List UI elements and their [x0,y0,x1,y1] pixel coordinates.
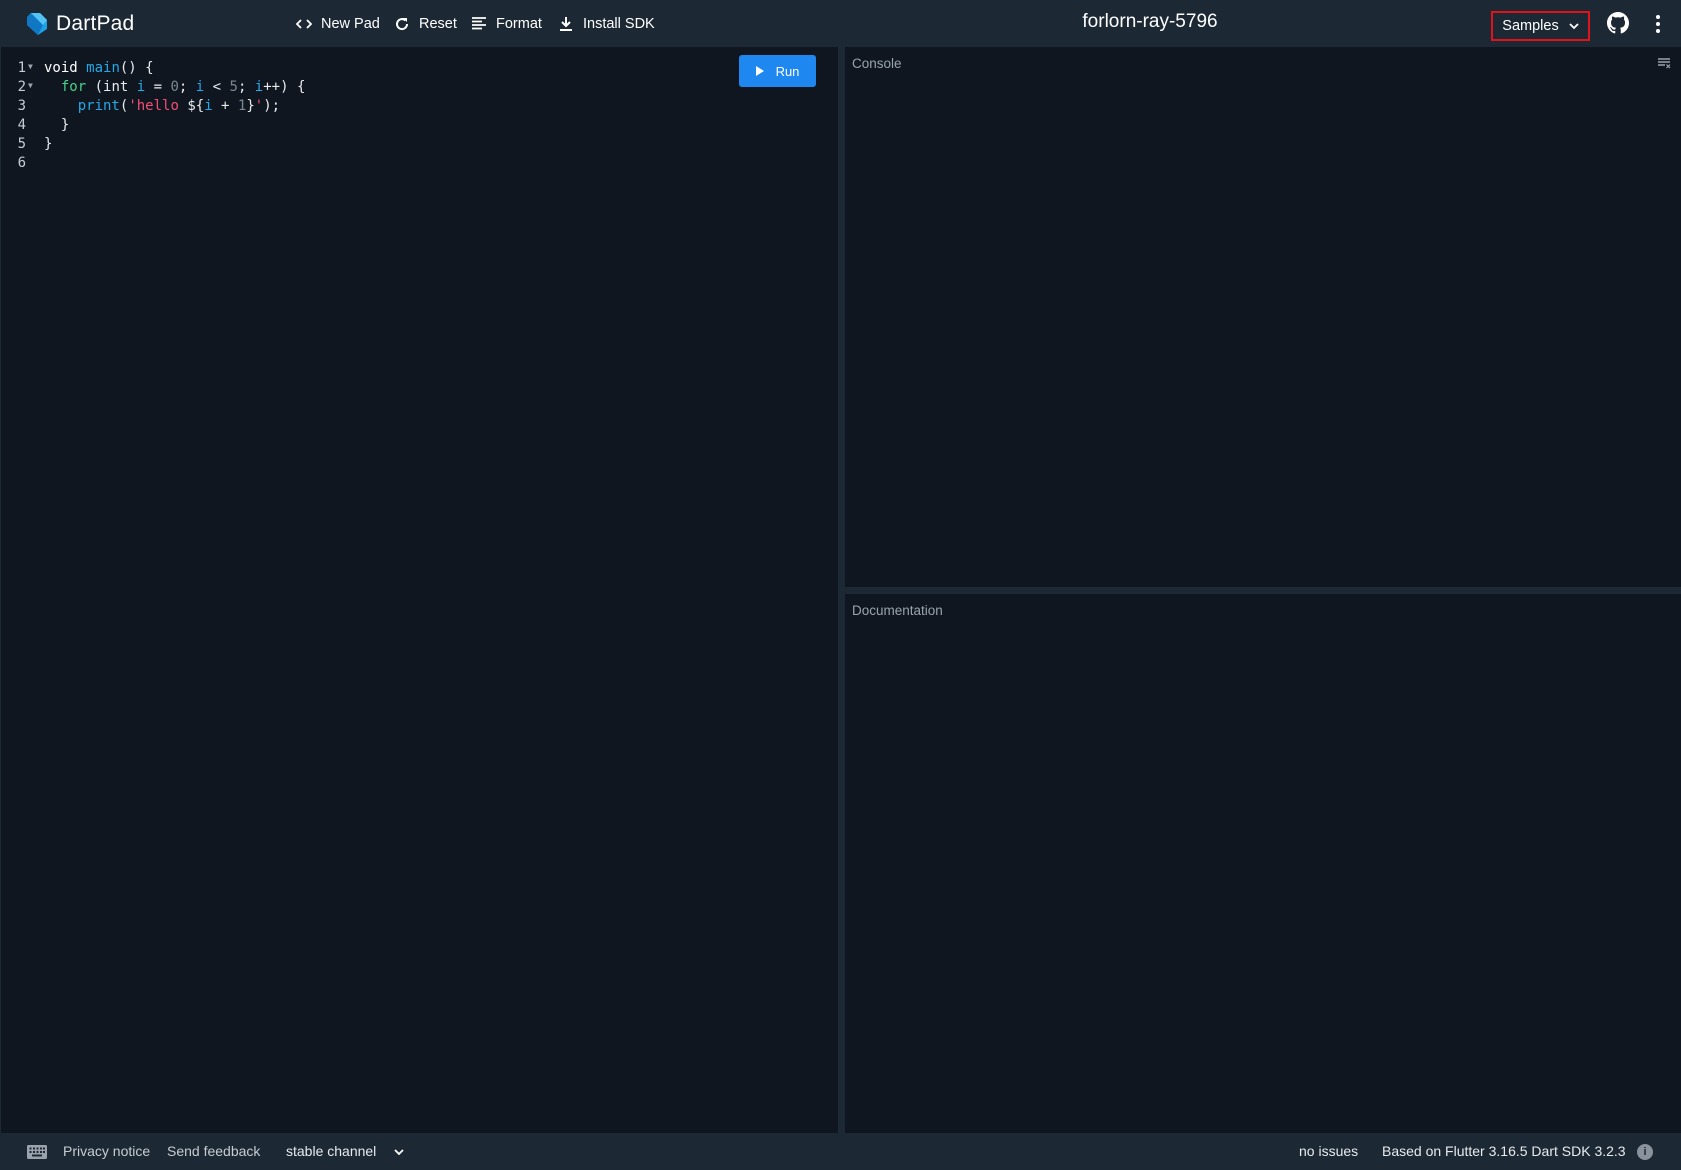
code-token: i [204,98,213,114]
samples-label: Samples [1502,18,1559,34]
code-text: } [44,116,69,135]
new-pad-button[interactable]: New Pad [295,12,380,36]
logo-text: DartPad [56,11,135,35]
chevron-down-icon [1569,22,1579,30]
fold-gutter [28,135,44,154]
line-number: 5 [17,136,26,152]
code-text: for (int i = 0; i < 5; i++) { [44,78,306,97]
reset-label: Reset [419,16,457,32]
run-label: Run [775,63,800,79]
line-number: 4 [17,117,26,133]
fold-arrow-icon[interactable]: ▼ [28,78,44,97]
code-area[interactable]: 1 ▼ void main() {2 ▼ for (int i = 0; i < 5;… [1,59,306,173]
install-sdk-button[interactable]: Install SDK [557,12,655,36]
more-vert-icon[interactable] [1648,12,1668,36]
console-label: Console [852,56,902,71]
fold-arrow-icon[interactable]: ▼ [28,59,44,78]
issues-status[interactable]: no issues [1299,1143,1358,1159]
code-token: } [44,117,70,133]
code-token: ' [254,98,264,114]
download-icon [557,15,575,33]
fold-gutter [28,116,44,135]
code-line[interactable]: 4 } [1,116,305,135]
code-editor[interactable]: 1 ▼ void main() {2 ▼ for (int i = 0; i < 5;… [0,47,838,1133]
install-sdk-label: Install SDK [583,16,655,32]
code-text: void main() { [44,59,154,78]
code-token: ; [237,79,255,95]
code-token: = [145,79,171,95]
reset-button[interactable]: Reset [393,12,457,36]
pad-name: forlorn-ray-5796 [1082,11,1218,32]
fold-gutter [28,97,44,116]
code-token: () { [119,60,154,76]
code-token: ${ [187,98,205,114]
code-line[interactable]: 3 print('hello ${i + 1}'); [1,97,305,116]
code-token: i [136,79,146,95]
horizontal-splitter[interactable] [845,587,1681,594]
code-token: 0 [170,79,179,95]
line-number: 3 [17,98,26,114]
fold-gutter [28,154,44,173]
code-token: < [204,79,230,95]
code-line[interactable]: 2 ▼ for (int i = 0; i < 5; i++) { [1,78,306,97]
line-number: 1 [17,60,26,76]
documentation-label: Documentation [852,603,943,618]
code-token: ); [263,98,281,114]
format-button[interactable]: Format [470,12,542,36]
code-line[interactable]: 5} [1,135,305,154]
code-token: for [60,79,87,95]
privacy-notice-link[interactable]: Privacy notice [63,1143,150,1159]
code-token: i [254,79,264,95]
run-button[interactable]: Run [739,55,816,87]
app-header: DartPad New Pad Reset Format Install SDK… [0,0,1681,47]
clear-console-icon[interactable] [1657,57,1671,69]
code-brackets-icon [295,15,313,33]
vertical-splitter[interactable] [838,47,845,1133]
code-token: main [86,60,120,76]
new-pad-label: New Pad [321,16,380,32]
line-number: 2 [17,79,26,95]
chevron-down-icon [394,1149,404,1156]
line-number: 6 [17,155,26,171]
samples-dropdown[interactable]: Samples [1491,11,1590,41]
send-feedback-link[interactable]: Send feedback [167,1143,260,1159]
format-lines-icon [470,15,488,33]
code-token: ++) { [263,79,306,95]
status-bar: Privacy notice Send feedback stable chan… [0,1133,1681,1170]
code-token: print [77,98,120,114]
console-panel: Console [845,47,1681,587]
code-text: print('hello ${i + 1}'); [44,97,280,116]
code-token: (int [86,79,137,95]
code-line[interactable]: 1 ▼ void main() { [1,59,305,78]
channel-label: stable channel [286,1143,377,1159]
dart-logo-icon [27,12,47,35]
dartpad-logo[interactable]: DartPad [26,10,134,37]
info-icon[interactable]: i [1637,1144,1653,1160]
code-token: + [212,98,238,114]
code-line[interactable]: 6 [1,154,305,173]
code-token: 5 [229,79,238,95]
code-token: } [44,136,53,152]
play-icon [755,66,764,76]
code-token: 'hello [128,98,188,114]
code-token: } [246,98,255,114]
code-token: ; [178,79,196,95]
code-text: } [44,135,52,154]
documentation-panel: Documentation [845,594,1681,1133]
code-token: void [44,60,87,76]
refresh-icon [393,15,411,33]
code-token: i [195,79,205,95]
format-label: Format [496,16,542,32]
version-info: Based on Flutter 3.16.5 Dart SDK 3.2.3 [1382,1143,1626,1159]
channel-selector[interactable]: stable channel [286,1143,404,1159]
keyboard-icon[interactable] [26,1144,48,1160]
github-icon[interactable] [1607,12,1629,34]
